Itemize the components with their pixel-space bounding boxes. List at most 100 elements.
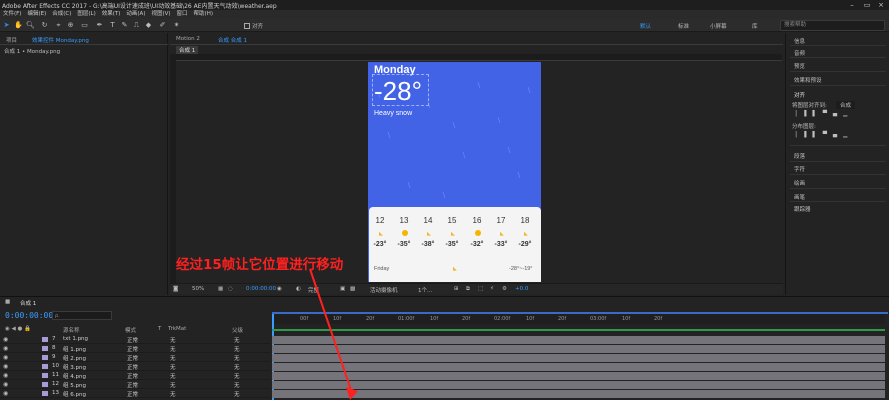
pen-tool-icon[interactable]: ✒ bbox=[95, 21, 104, 30]
table-row[interactable]: ◉ 12 组 5.png 正常 无 无 bbox=[0, 380, 270, 389]
hand-tool-icon[interactable]: ✋ bbox=[14, 21, 23, 30]
workspace-small-screen[interactable]: 小屏幕 bbox=[710, 22, 727, 30]
exposure-value[interactable]: +0.0 bbox=[515, 286, 528, 292]
align-buttons[interactable]: ▕▐▌▀▄▁ bbox=[792, 111, 853, 117]
snapshot-icon[interactable]: ◙ bbox=[173, 286, 178, 292]
rotate-tool-icon[interactable]: ↻ bbox=[40, 21, 49, 30]
selection-tool-icon[interactable]: ➤ bbox=[2, 21, 11, 30]
layer-trkmat[interactable]: 无 bbox=[170, 363, 176, 371]
menu-view[interactable]: 视图(V) bbox=[148, 10, 173, 19]
layer-trkmat[interactable]: 无 bbox=[170, 354, 176, 362]
panel-effects-presets[interactable]: 效果和预设 bbox=[794, 76, 822, 84]
panel-info[interactable]: 信息 bbox=[794, 37, 805, 45]
label-color[interactable] bbox=[42, 373, 48, 378]
zoom-dropdown[interactable]: 50% bbox=[192, 286, 204, 292]
3d-renderer-icon[interactable]: ⬚ bbox=[478, 286, 483, 292]
eye-icon[interactable]: ◉ bbox=[3, 372, 8, 379]
layer-trkmat[interactable]: 无 bbox=[170, 381, 176, 389]
comp-chip[interactable]: 合成 1 bbox=[176, 46, 199, 54]
rectangle-tool-icon[interactable]: ▭ bbox=[80, 21, 89, 30]
panel-align[interactable]: 对齐 bbox=[794, 91, 805, 99]
settings-gear-icon[interactable]: ⚙ bbox=[502, 286, 507, 292]
label-color[interactable] bbox=[42, 355, 48, 360]
layer-trkmat[interactable]: 无 bbox=[170, 372, 176, 380]
layer-mode[interactable]: 正常 bbox=[127, 336, 138, 344]
menu-layer[interactable]: 图层(L) bbox=[74, 10, 98, 19]
menu-edit[interactable]: 编辑(E) bbox=[24, 10, 49, 19]
toggle-pixel-icon[interactable]: ⊞ bbox=[454, 286, 459, 292]
layer-mode[interactable]: 正常 bbox=[127, 345, 138, 353]
tab-effect-controls[interactable]: 效果控件 Monday.png bbox=[32, 36, 89, 44]
layer-name[interactable]: 组 6.png bbox=[63, 390, 86, 398]
puppet-tool-icon[interactable]: ✶ bbox=[172, 21, 181, 30]
table-row[interactable]: ◉ 10 组 3.png 正常 无 无 bbox=[0, 362, 270, 371]
column-trkmat[interactable]: TrkMat bbox=[168, 326, 186, 332]
timeline-search-input[interactable]: ρ. bbox=[52, 311, 112, 320]
column-t[interactable]: T bbox=[158, 326, 161, 332]
label-color[interactable] bbox=[42, 391, 48, 396]
brush-tool-icon[interactable]: ✎ bbox=[120, 21, 129, 30]
minimize-icon[interactable]: – bbox=[845, 0, 859, 10]
layer-bounding-box[interactable] bbox=[372, 74, 429, 106]
table-row[interactable]: ◉ 9 组 2.png 正常 无 无 bbox=[0, 353, 270, 362]
mask-icon[interactable]: ◌ bbox=[228, 286, 233, 292]
distribute-buttons[interactable]: ▕▐▌▀▄▁ bbox=[792, 132, 853, 138]
grid-icon[interactable]: ▦ bbox=[218, 286, 223, 292]
table-row[interactable]: ◉ 8 组 1.png 正常 无 无 bbox=[0, 344, 270, 353]
layer-name[interactable]: 组 2.png bbox=[63, 354, 86, 362]
layer-trkmat[interactable]: 无 bbox=[170, 336, 176, 344]
workspace-library[interactable]: 库 bbox=[752, 22, 758, 30]
layer-parent[interactable]: 无 bbox=[234, 372, 240, 380]
label-color[interactable] bbox=[42, 346, 48, 351]
menu-file[interactable]: 文件(F) bbox=[0, 10, 24, 19]
layer-parent[interactable]: 无 bbox=[234, 381, 240, 389]
layer-mode[interactable]: 正常 bbox=[127, 354, 138, 362]
camera-snapshot-icon[interactable]: ◉ bbox=[277, 286, 282, 292]
column-parent[interactable]: 父级 bbox=[232, 326, 243, 334]
menu-help[interactable]: 帮助(H) bbox=[191, 10, 216, 19]
layer-parent[interactable]: 无 bbox=[234, 336, 240, 344]
workspace-default[interactable]: 默认 bbox=[640, 22, 651, 30]
menu-window[interactable]: 窗口 bbox=[174, 10, 191, 19]
panel-preview[interactable]: 预览 bbox=[794, 62, 805, 70]
close-icon[interactable]: × bbox=[874, 0, 888, 10]
flowchart-icon[interactable]: ⧉ bbox=[466, 286, 470, 293]
column-mode[interactable]: 模式 bbox=[125, 326, 136, 334]
timeline-close-icon[interactable]: ■ bbox=[5, 299, 10, 305]
views-dropdown[interactable]: 1个... bbox=[418, 286, 432, 294]
layer-parent[interactable]: 无 bbox=[234, 345, 240, 353]
panel-paragraph[interactable]: 段落 bbox=[794, 152, 805, 160]
eye-icon[interactable]: ◉ bbox=[3, 363, 8, 370]
align-to-dropdown[interactable]: 合成 bbox=[836, 101, 856, 109]
maximize-icon[interactable]: ▭ bbox=[860, 0, 874, 10]
camera-dropdown[interactable]: 活动摄像机 bbox=[370, 286, 398, 294]
panel-character[interactable]: 字符 bbox=[794, 165, 805, 173]
tab-comp-1[interactable]: 合成 合成 1 bbox=[218, 36, 247, 44]
layer-parent[interactable]: 无 bbox=[234, 354, 240, 362]
label-color[interactable] bbox=[42, 364, 48, 369]
zoom-tool-icon[interactable]: 🔍︎ bbox=[26, 21, 35, 30]
pan-behind-tool-icon[interactable]: ⊕ bbox=[66, 21, 75, 30]
table-row[interactable]: ◉ 13 组 6.png 正常 无 无 bbox=[0, 389, 270, 398]
layer-parent[interactable]: 无 bbox=[234, 363, 240, 371]
tab-timeline-comp[interactable]: 合成 1 bbox=[20, 299, 36, 307]
layer-name[interactable]: 组 1.png bbox=[63, 345, 86, 353]
layer-parent[interactable]: 无 bbox=[234, 390, 240, 398]
eye-icon[interactable]: ◉ bbox=[3, 381, 8, 388]
roto-brush-tool-icon[interactable]: ✐ bbox=[158, 21, 167, 30]
menu-composition[interactable]: 合成(C) bbox=[49, 10, 74, 19]
timeline-timecode[interactable]: 0:00:00:00 bbox=[5, 311, 53, 320]
eraser-tool-icon[interactable]: ◆ bbox=[144, 21, 153, 30]
panel-paint[interactable]: 绘画 bbox=[794, 179, 805, 187]
search-help-input[interactable]: 搜索帮助 bbox=[780, 20, 885, 31]
layer-name[interactable]: 组 4.png bbox=[63, 372, 86, 380]
layer-name[interactable]: 组 3.png bbox=[63, 363, 86, 371]
layer-mode[interactable]: 正常 bbox=[127, 390, 138, 398]
column-source-name[interactable]: 源名称 bbox=[63, 326, 80, 334]
layer-mode[interactable]: 正常 bbox=[127, 381, 138, 389]
layer-trkmat[interactable]: 无 bbox=[170, 345, 176, 353]
layer-mode[interactable]: 正常 bbox=[127, 363, 138, 371]
tab-project[interactable]: 项目 bbox=[6, 36, 17, 44]
eye-icon[interactable]: ◉ bbox=[3, 354, 8, 361]
panel-brushes[interactable]: 画笔 bbox=[794, 193, 805, 201]
